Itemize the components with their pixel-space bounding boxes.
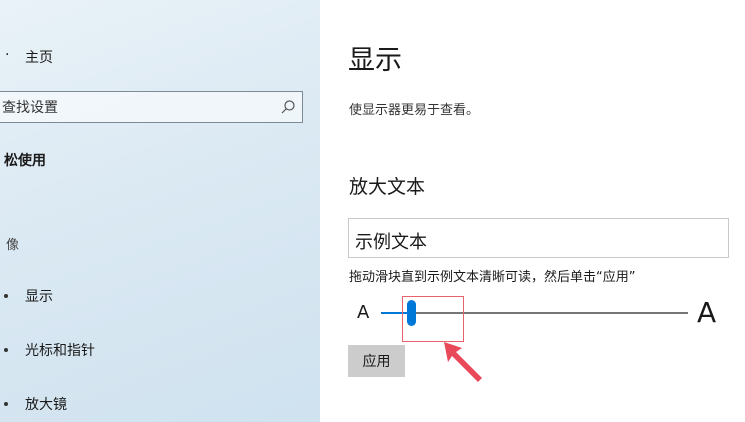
page-description: 使显示器更易于查看。 [349, 103, 480, 118]
search-box[interactable] [0, 91, 303, 123]
apply-button[interactable]: 应用 [348, 345, 405, 377]
search-input[interactable] [0, 92, 272, 122]
instruction-text: 拖动滑块直到示例文本清晰可读，然后单击“应用” [349, 270, 636, 285]
sidebar-section-title: 松使用 [4, 153, 46, 169]
magnifier-icon [4, 402, 8, 406]
highlight-annotation-box [402, 296, 464, 342]
display-icon [4, 294, 8, 298]
sidebar-item-label: 显示 [25, 289, 53, 305]
sample-text-box: 示例文本 [348, 218, 729, 258]
large-text-size-label: A [697, 296, 717, 329]
main-content: 显示 使显示器更易于查看。 放大文本 示例文本 拖动滑块直到示例文本清晰可读，然… [320, 0, 745, 422]
annotation-arrow-icon [444, 342, 482, 382]
cursor-icon [4, 348, 8, 352]
sidebar: · 主页 松使用 像 显示 光标和指针 放大镜 [0, 0, 320, 422]
small-text-size-label: A [357, 302, 370, 323]
page-title: 显示 [348, 45, 402, 76]
home-icon: · [5, 47, 10, 63]
search-icon[interactable] [280, 99, 296, 115]
sidebar-group-label: 像 [6, 238, 20, 253]
section-heading: 放大文本 [349, 176, 426, 198]
sample-text: 示例文本 [355, 232, 427, 253]
sidebar-item-label: 光标和指针 [25, 343, 95, 359]
sidebar-item-label: 主页 [25, 50, 53, 66]
sidebar-item-label: 放大镜 [25, 397, 67, 413]
settings-window: · 主页 松使用 像 显示 光标和指针 放大镜 显示 使显示器更易于查看。 [0, 0, 745, 422]
